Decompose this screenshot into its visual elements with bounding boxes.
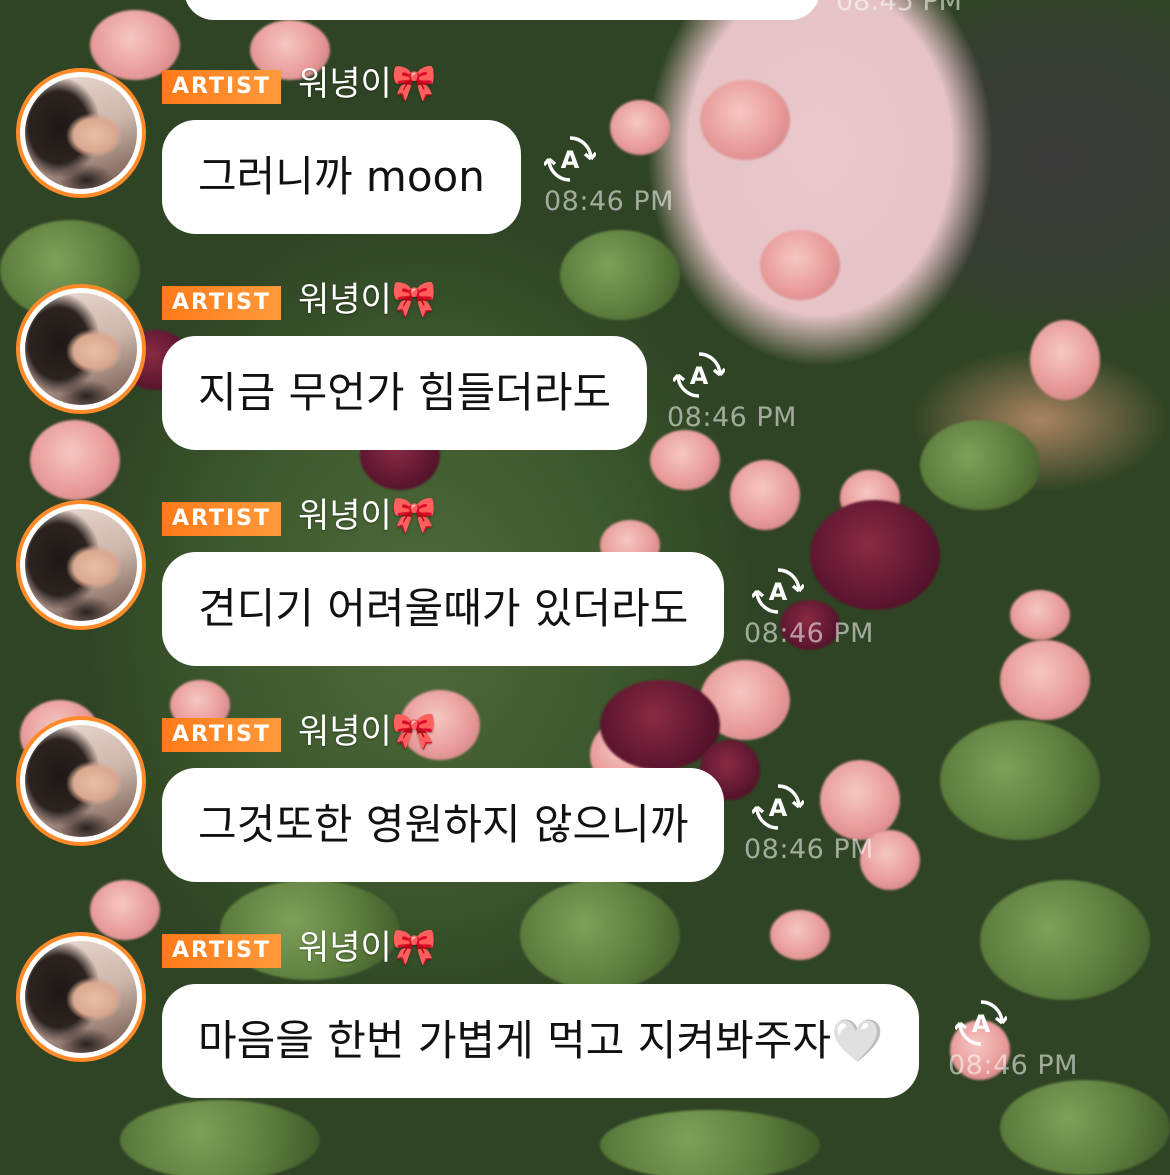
message-bubble[interactable]: 견디기 어려울때가 있더라도 [162,552,725,666]
sender-name: 워녕이🎀 [298,711,437,752]
artist-avatar[interactable] [16,932,146,1062]
translate-icon[interactable]: A [750,565,806,617]
artist-badge: ARTIST [162,286,281,320]
chat-message: ARTIST 워녕이🎀 마음을 한번 가볍게 먹고 지켜봐주자🤍 A 08:46… [0,927,1170,1132]
chat-message: ARTIST 워녕이🎀 그러니까 moon A 08:46 PM [0,63,1170,268]
artist-avatar[interactable] [16,68,146,198]
svg-text:A: A [690,362,709,390]
message-bubble[interactable]: 그러니까 moon [162,120,521,234]
message-bubble[interactable]: 마음을 한번 가볍게 먹고 지켜봐주자🤍 [162,984,920,1098]
sender-name: 워녕이🎀 [298,927,437,968]
ribbon-emoji: 🎀 [391,927,437,968]
artist-avatar[interactable] [16,284,146,414]
svg-text:A: A [561,146,580,174]
message-time: 08:46 PM [948,1050,1078,1081]
translate-icon[interactable]: A [750,781,806,833]
svg-text:A: A [769,578,788,606]
translate-icon[interactable]: A [542,133,598,185]
ribbon-emoji: 🎀 [391,495,437,536]
message-time: 08:46 PM [667,402,797,433]
sender-name: 워녕이🎀 [298,495,437,536]
translate-icon[interactable]: A [671,349,727,401]
svg-text:A: A [769,794,788,822]
chat-message: ARTIST 워녕이🎀 그것또한 영원하지 않으니까 A 08:46 PM [0,711,1170,916]
message-bubble[interactable]: 지금 무언가 힘들더라도 [162,336,648,450]
artist-badge: ARTIST [162,934,281,968]
artist-badge: ARTIST [162,70,281,104]
sender-name: 워녕이🎀 [298,63,437,104]
ribbon-emoji: 🎀 [391,711,437,752]
ribbon-emoji: 🎀 [391,63,437,104]
translate-icon[interactable]: A [953,997,1009,1049]
message-time: 08:46 PM [744,834,874,865]
chat-message: ARTIST 워녕이🎀 지금 무언가 힘들더라도 A 08:46 PM [0,279,1170,484]
message-bubble[interactable]: 그것또한 영원하지 않으니까 [162,768,725,882]
ribbon-emoji: 🎀 [391,279,437,320]
sender-name: 워녕이🎀 [298,279,437,320]
svg-text:A: A [972,1010,991,1038]
chat-message: ARTIST 워녕이🎀 견디기 어려울때가 있더라도 A 08:46 PM [0,495,1170,700]
previous-message-bubble[interactable] [184,0,820,20]
message-time: 08:46 PM [544,186,674,217]
artist-avatar[interactable] [16,716,146,846]
artist-badge: ARTIST [162,502,281,536]
message-time: 08:46 PM [744,618,874,649]
artist-badge: ARTIST [162,718,281,752]
previous-message-time: 08:45 PM [836,0,962,17]
artist-avatar[interactable] [16,500,146,630]
